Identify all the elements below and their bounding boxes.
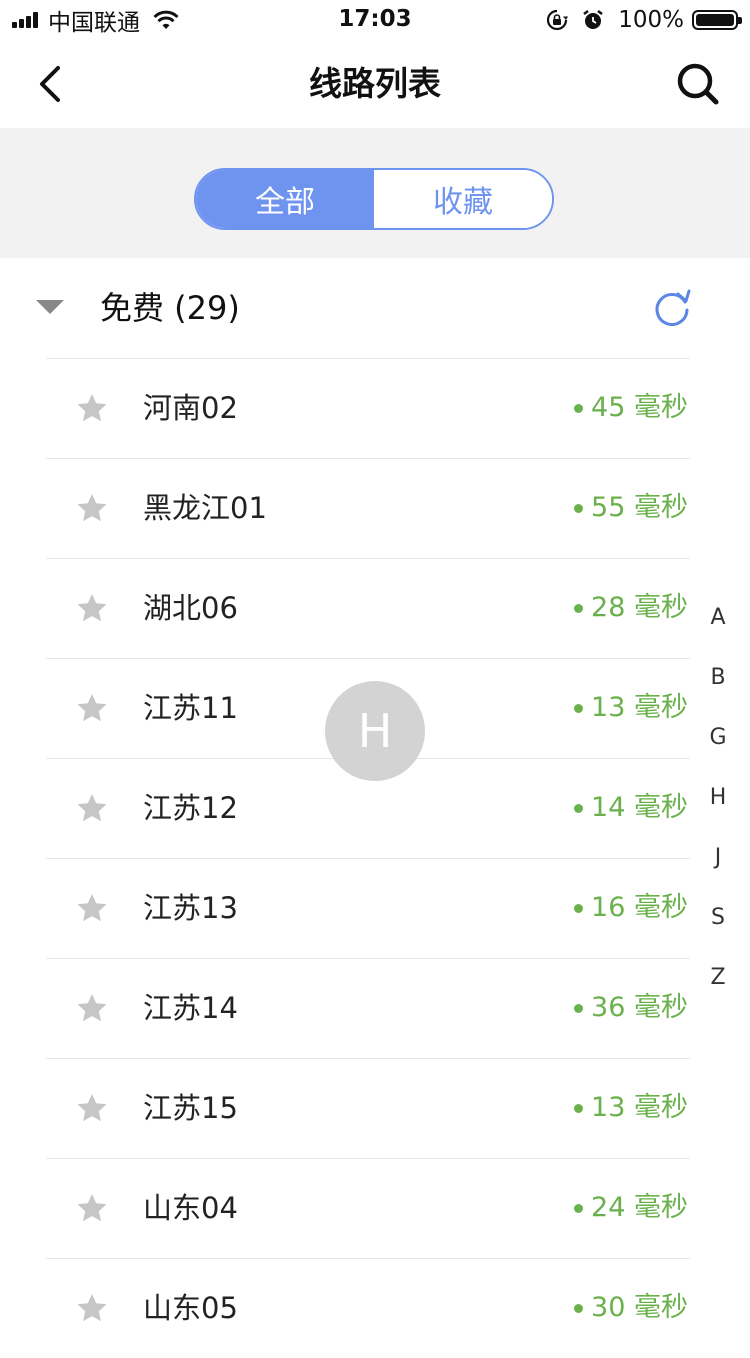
star-icon[interactable] xyxy=(76,1193,108,1223)
server-name: 江苏13 xyxy=(143,891,238,925)
latency-indicator: 16 毫秒 xyxy=(574,886,688,930)
segment-all[interactable]: 全部 xyxy=(196,170,374,228)
star-icon[interactable] xyxy=(76,793,108,823)
status-dot xyxy=(574,803,584,813)
battery-percent: 100% xyxy=(618,7,684,33)
latency-value: 16 毫秒 xyxy=(591,892,688,923)
alarm-icon xyxy=(583,10,603,29)
server-name: 河南02 xyxy=(143,391,238,425)
index-letter-g[interactable]: G xyxy=(708,716,728,776)
latency-value: 14 毫秒 xyxy=(591,792,688,823)
latency-value: 36 毫秒 xyxy=(591,992,688,1023)
index-letter-h[interactable]: H xyxy=(708,776,728,836)
search-icon[interactable] xyxy=(674,60,722,108)
server-row[interactable]: 江苏14 36 毫秒 xyxy=(0,958,750,1058)
latency-indicator: 28 毫秒 xyxy=(574,586,688,630)
status-dot xyxy=(574,1003,584,1013)
latency-indicator: 14 毫秒 xyxy=(574,786,688,830)
status-dot xyxy=(574,403,584,413)
latency-value: 28 毫秒 xyxy=(591,592,688,623)
page-title: 线路列表 xyxy=(309,64,441,103)
latency-indicator: 55 毫秒 xyxy=(574,486,688,530)
star-icon[interactable] xyxy=(76,1093,108,1123)
star-icon[interactable] xyxy=(76,693,108,723)
status-dot xyxy=(574,1303,584,1313)
star-icon[interactable] xyxy=(76,393,108,423)
star-icon[interactable] xyxy=(76,893,108,923)
server-row[interactable]: 江苏13 16 毫秒 xyxy=(0,858,750,958)
star-icon[interactable] xyxy=(76,1293,108,1323)
server-list: 河南02 45 毫秒 黑龙江01 55 毫秒 湖北06 28 毫秒 江苏11 1… xyxy=(0,358,750,1358)
index-letter-j[interactable]: J xyxy=(708,836,728,896)
status-dot xyxy=(574,603,584,613)
index-letter-s[interactable]: S xyxy=(708,896,728,956)
status-right: 100% xyxy=(546,6,742,34)
status-dot xyxy=(574,1103,584,1113)
alphabet-index[interactable]: A B G H J S Z xyxy=(708,596,728,1016)
index-bubble: H xyxy=(325,681,425,781)
server-row[interactable]: 江苏15 13 毫秒 xyxy=(0,1058,750,1158)
server-row[interactable]: 河南02 45 毫秒 xyxy=(0,358,750,458)
star-icon[interactable] xyxy=(76,493,108,523)
latency-value: 30 毫秒 xyxy=(591,1292,688,1323)
segment-favorites[interactable]: 收藏 xyxy=(374,170,552,228)
status-dot xyxy=(574,503,584,513)
server-name: 江苏12 xyxy=(143,791,238,825)
index-letter-a[interactable]: A xyxy=(708,596,728,656)
server-name: 黑龙江01 xyxy=(143,491,267,525)
latency-value: 24 毫秒 xyxy=(591,1192,688,1223)
latency-value: 13 毫秒 xyxy=(591,1092,688,1123)
latency-value: 13 毫秒 xyxy=(591,692,688,723)
latency-value: 55 毫秒 xyxy=(591,492,688,523)
server-name: 山东05 xyxy=(143,1291,238,1325)
section-title: 免费 (29) xyxy=(100,289,240,327)
server-row[interactable]: 湖北06 28 毫秒 xyxy=(0,558,750,658)
segmented-control: 全部 收藏 xyxy=(194,168,554,230)
status-dot xyxy=(574,903,584,913)
status-dot xyxy=(574,1203,584,1213)
battery-icon xyxy=(692,10,742,30)
star-icon[interactable] xyxy=(76,993,108,1023)
star-icon[interactable] xyxy=(76,593,108,623)
server-row[interactable]: 山东04 24 毫秒 xyxy=(0,1158,750,1258)
server-name: 江苏14 xyxy=(143,991,238,1025)
server-name: 江苏15 xyxy=(143,1091,238,1125)
latency-indicator: 45 毫秒 xyxy=(574,386,688,430)
section-header-free[interactable]: 免费 (29) xyxy=(0,258,750,358)
server-name: 江苏11 xyxy=(143,691,238,725)
index-letter-b[interactable]: B xyxy=(708,656,728,716)
latency-indicator: 30 毫秒 xyxy=(574,1286,688,1330)
status-bar: 中国联通 17:03 100% xyxy=(0,0,750,40)
latency-indicator: 13 毫秒 xyxy=(574,686,688,730)
status-dot xyxy=(574,703,584,713)
latency-indicator: 13 毫秒 xyxy=(574,1086,688,1130)
rotation-lock-icon xyxy=(547,9,569,31)
latency-value: 45 毫秒 xyxy=(591,392,688,423)
caret-down-icon[interactable] xyxy=(36,300,64,314)
index-letter-z[interactable]: Z xyxy=(708,956,728,1016)
server-row[interactable]: 黑龙江01 55 毫秒 xyxy=(0,458,750,558)
server-name: 湖北06 xyxy=(143,591,238,625)
latency-indicator: 24 毫秒 xyxy=(574,1186,688,1230)
nav-bar: 线路列表 xyxy=(0,40,750,128)
filter-area: 全部 收藏 xyxy=(0,128,750,258)
server-name: 山东04 xyxy=(143,1191,238,1225)
server-row[interactable]: 山东05 30 毫秒 xyxy=(0,1258,750,1358)
latency-indicator: 36 毫秒 xyxy=(574,986,688,1030)
refresh-icon[interactable] xyxy=(652,288,692,328)
